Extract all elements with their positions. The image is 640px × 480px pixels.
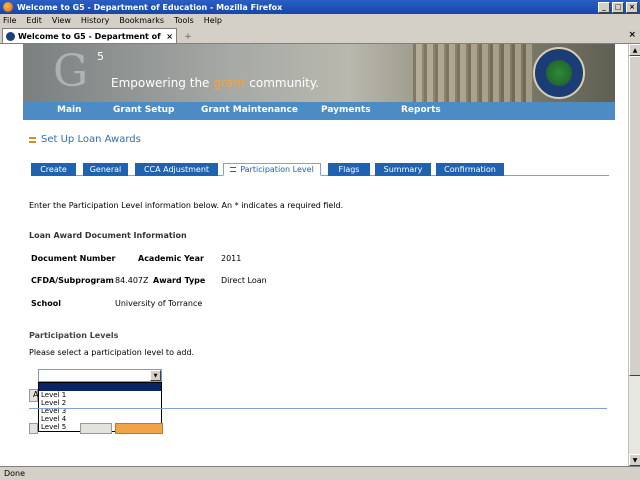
department-seal-icon (533, 47, 585, 99)
window-titlebar: Welcome to G5 - Department of Education … (0, 0, 640, 14)
nav-main[interactable]: Main (57, 105, 82, 115)
option-level-2[interactable]: Level 2 (39, 399, 161, 407)
step-tabs: Create General CCA Adjustment Participat… (31, 163, 609, 176)
menu-tools[interactable]: Tools (174, 16, 194, 25)
instructions-text: Enter the Participation Level informatio… (29, 201, 344, 210)
loan-award-section-title: Loan Award Document Information (29, 231, 187, 240)
menu-view[interactable]: View (52, 16, 71, 25)
option-blank[interactable] (39, 383, 161, 391)
firefox-icon (3, 2, 13, 12)
add-button-partial[interactable]: A (29, 389, 38, 402)
scroll-thumb[interactable] (629, 56, 640, 376)
new-tab-plus-icon[interactable]: + (179, 30, 197, 43)
tab-flags[interactable]: Flags (328, 163, 370, 176)
tab-participation-level[interactable]: Participation Level (223, 163, 321, 176)
g5-banner: G 5 Empowering the grant community. (23, 44, 615, 102)
scroll-down-icon[interactable]: ▼ (629, 454, 640, 466)
banner-tagline: Empowering the grant community. (111, 76, 320, 90)
cfda-value: 84.407Z (115, 276, 149, 285)
document-number-label: Document Number (31, 254, 116, 263)
tab-create[interactable]: Create (31, 163, 76, 176)
school-value: University of Torrance (115, 299, 203, 308)
menu-help[interactable]: Help (204, 16, 222, 25)
award-type-value: Direct Loan (221, 276, 267, 285)
maximize-button[interactable]: □ (612, 1, 624, 13)
nav-grant-maintenance[interactable]: Grant Maintenance (201, 105, 298, 115)
g5-logo: G (53, 46, 89, 97)
academic-year-label: Academic Year (138, 254, 204, 263)
nav-reports[interactable]: Reports (401, 105, 441, 115)
next-button-partial[interactable] (115, 423, 163, 434)
ed-seal-favicon-icon (6, 31, 15, 41)
section-divider (29, 408, 607, 409)
page-content: G 5 Empowering the grant community. Main… (0, 44, 628, 466)
academic-year-value: 2011 (221, 254, 242, 263)
back-button-partial[interactable] (29, 423, 38, 434)
browser-tab[interactable]: Welcome to G5 - Department of Edu... × (2, 28, 177, 43)
school-label: School (31, 299, 61, 308)
main-nav: Main Grant Setup Grant Maintenance Payme… (23, 102, 615, 120)
menu-edit[interactable]: Edit (26, 16, 42, 25)
menu-history[interactable]: History (81, 16, 109, 25)
close-tab-icon[interactable]: × (628, 30, 636, 40)
tab-active-icon (230, 167, 237, 172)
browser-tab-bar: Welcome to G5 - Department of Edu... × +… (0, 27, 640, 44)
tab-close-icon[interactable]: × (166, 32, 173, 41)
menu-bar: File Edit View History Bookmarks Tools H… (0, 14, 640, 27)
participation-level-select[interactable]: ▼ (38, 369, 162, 382)
tab-summary[interactable]: Summary (375, 163, 431, 176)
vertical-scrollbar[interactable]: ▲ ▼ (628, 44, 640, 466)
chevron-down-icon[interactable]: ▼ (150, 370, 161, 381)
g5-logo-number: 5 (97, 50, 104, 63)
browser-tab-title: Welcome to G5 - Department of Edu... (18, 31, 163, 41)
tab-confirmation[interactable]: Confirmation (436, 163, 504, 176)
library-shelves-image (413, 44, 533, 102)
tab-general[interactable]: General (83, 163, 128, 176)
close-window-button[interactable]: × (626, 1, 638, 13)
nav-grant-setup[interactable]: Grant Setup (113, 105, 174, 115)
page-title: Set Up Loan Awards (29, 134, 141, 145)
tab-cca-adjustment[interactable]: CCA Adjustment (135, 163, 218, 176)
save-button-partial[interactable] (80, 423, 112, 434)
menu-bookmarks[interactable]: Bookmarks (119, 16, 164, 25)
nav-payments[interactable]: Payments (321, 105, 371, 115)
menu-file[interactable]: File (3, 16, 16, 25)
award-type-label: Award Type (153, 276, 206, 285)
window-title: Welcome to G5 - Department of Education … (17, 2, 283, 12)
option-level-1[interactable]: Level 1 (39, 391, 161, 399)
cfda-label: CFDA/Subprogram (31, 276, 114, 285)
participation-levels-title: Participation Levels (29, 331, 119, 340)
participation-prompt: Please select a participation level to a… (29, 348, 195, 357)
minimize-button[interactable]: _ (598, 1, 610, 13)
option-level-4[interactable]: Level 4 (39, 415, 161, 423)
status-bar: Done (0, 466, 640, 480)
title-bullet-icon (29, 136, 36, 143)
scroll-up-icon[interactable]: ▲ (629, 44, 640, 56)
